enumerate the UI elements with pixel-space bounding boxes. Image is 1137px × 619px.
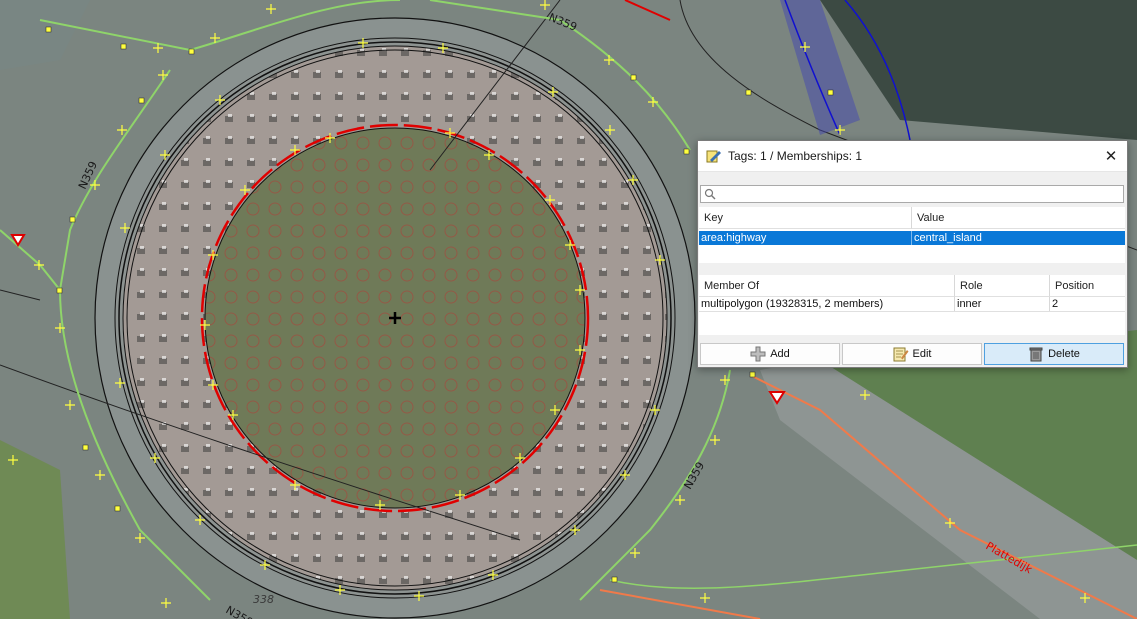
dialog-button-bar: Add Edit Delete xyxy=(700,343,1126,367)
close-icon[interactable]: ✕ xyxy=(1101,146,1121,166)
tag-value-cell[interactable]: central_island xyxy=(912,231,1125,245)
plus-icon xyxy=(750,346,766,362)
trash-icon xyxy=(1029,347,1043,362)
column-header-value[interactable]: Value xyxy=(912,207,1125,229)
column-header-role[interactable]: Role xyxy=(955,275,1050,297)
tags-memberships-dialog: Tags: 1 / Memberships: 1 ✕ Key Value are… xyxy=(697,140,1128,368)
search-icon xyxy=(704,188,716,200)
column-header-position[interactable]: Position xyxy=(1050,275,1125,297)
road-ref-label: 338 xyxy=(253,593,274,606)
edit-icon xyxy=(893,347,909,362)
tag-row[interactable]: area:highway central_island xyxy=(699,231,1125,245)
add-button-label: Add xyxy=(770,348,790,360)
edit-button-label: Edit xyxy=(912,348,932,360)
add-button[interactable]: Add xyxy=(700,343,840,365)
delete-button-label: Delete xyxy=(1048,348,1080,360)
membership-position-cell[interactable]: 2 xyxy=(1050,297,1125,311)
column-header-key[interactable]: Key xyxy=(699,207,912,229)
delete-button[interactable]: Delete xyxy=(984,343,1124,365)
edit-button[interactable]: Edit xyxy=(842,343,982,365)
tags-table: Key Value area:highway central_island xyxy=(699,207,1125,263)
dialog-titlebar[interactable]: Tags: 1 / Memberships: 1 ✕ xyxy=(698,141,1127,172)
tag-key-cell[interactable]: area:highway xyxy=(699,231,912,245)
tag-editor-icon xyxy=(706,150,721,163)
tag-search-input[interactable] xyxy=(700,185,1124,203)
membership-role-cell[interactable]: inner xyxy=(955,297,1050,311)
membership-relation-cell[interactable]: multipolygon (19328315, 2 members) xyxy=(699,297,955,311)
column-header-member-of[interactable]: Member Of xyxy=(699,275,955,297)
membership-row[interactable]: multipolygon (19328315, 2 members) inner… xyxy=(699,297,1125,312)
memberships-table: Member Of Role Position multipolygon (19… xyxy=(699,275,1125,335)
dialog-title: Tags: 1 / Memberships: 1 xyxy=(728,149,863,163)
